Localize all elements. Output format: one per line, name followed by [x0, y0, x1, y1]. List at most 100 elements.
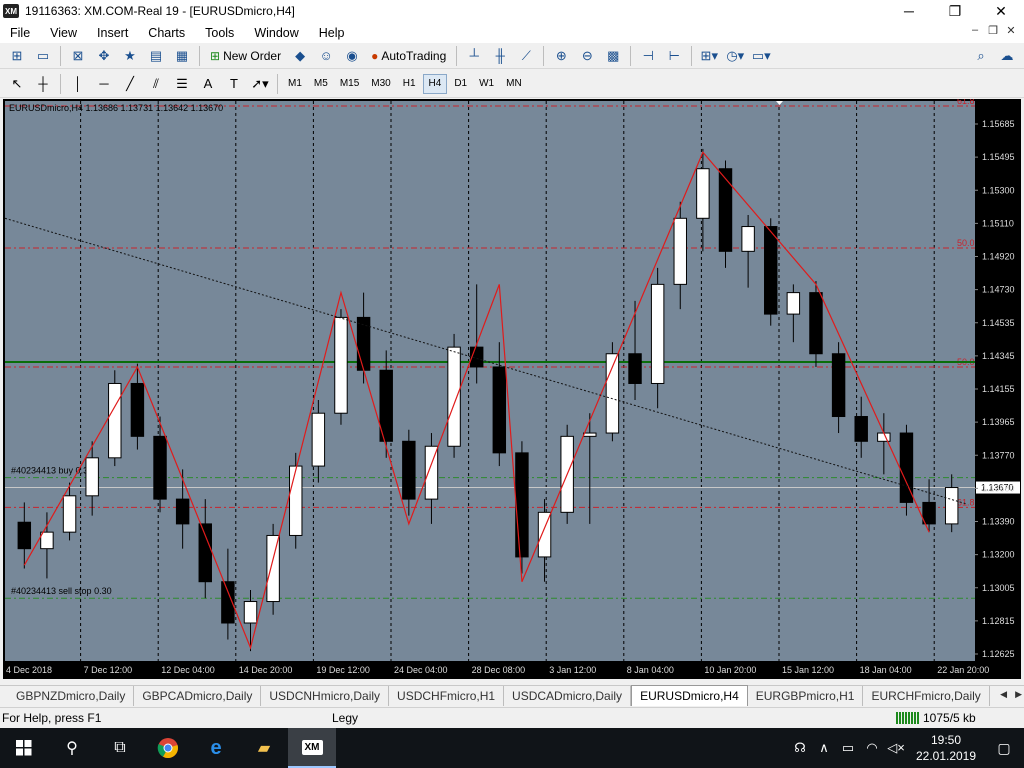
task-view-icon[interactable]: ⧉ — [96, 728, 144, 768]
tab-eurchfmicro-daily[interactable]: EURCHFmicro,Daily — [863, 686, 990, 706]
vertical-line-icon[interactable]: │ — [67, 73, 89, 95]
tab-gbpcadmicro-daily[interactable]: GBPCADmicro,Daily — [134, 686, 262, 706]
edge-icon[interactable]: e — [192, 728, 240, 768]
timeframe-mn[interactable]: MN — [501, 74, 527, 94]
timeframe-h4[interactable]: H4 — [422, 73, 448, 94]
candle-body — [311, 412, 326, 467]
mdi-restore-button[interactable]: ❐ — [984, 24, 1002, 37]
tile-windows-icon[interactable]: ▩ — [602, 45, 624, 67]
zoom-out-icon[interactable]: ⊖ — [576, 45, 598, 67]
text-label-icon[interactable]: T — [223, 73, 245, 95]
bar-chart-icon[interactable]: ┴ — [463, 45, 485, 67]
new-chart-icon[interactable]: ⊞ — [6, 45, 28, 67]
candle-body — [650, 283, 665, 384]
strategy-tester-icon[interactable]: ▦ — [171, 45, 193, 67]
menu-tools[interactable]: Tools — [195, 26, 244, 40]
menu-view[interactable]: View — [40, 26, 87, 40]
title-bar: XM 19116363: XM.COM-Real 19 - [EURUSDmic… — [0, 0, 1024, 22]
notifications-icon[interactable]: ▢ — [984, 740, 1024, 757]
time-tick-label: 8 Jan 04:00 — [627, 665, 674, 675]
auto-scroll-icon[interactable]: ⊣ — [637, 45, 659, 67]
search-taskbar-icon[interactable]: ⚲ — [48, 728, 96, 768]
tab-eurusdmicro-h4[interactable]: EURUSDmicro,H4 — [631, 685, 748, 706]
periods-icon[interactable]: ◷▾ — [724, 45, 746, 67]
tab-usdcadmicro-daily[interactable]: USDCADmicro,Daily — [504, 686, 632, 706]
search-icon[interactable]: ⌕ — [970, 45, 992, 67]
equidistant-channel-icon[interactable]: ⫽ — [145, 73, 167, 95]
zoom-in-icon[interactable]: ⊕ — [550, 45, 572, 67]
chat-icon[interactable]: ☁ — [996, 45, 1018, 67]
maximize-button[interactable]: ❐ — [932, 0, 978, 22]
time-tick-label: 7 Dec 12:00 — [84, 665, 133, 675]
terminal-icon[interactable]: ▤ — [145, 45, 167, 67]
price-chart[interactable]: 61.850.050.061.8 #40234413 buy 0.30#4023… — [3, 99, 1021, 679]
fibonacci-icon[interactable]: ☰ — [171, 73, 193, 95]
chrome-icon[interactable] — [144, 728, 192, 768]
candle — [764, 218, 778, 326]
minimize-button[interactable]: ─ — [886, 0, 932, 22]
wifi-icon[interactable]: ◠ — [860, 740, 884, 756]
people-icon[interactable]: ☊ — [788, 740, 812, 756]
profiles-icon[interactable]: ▭ — [32, 45, 54, 67]
crosshair-icon[interactable]: ┼ — [32, 73, 54, 95]
candlestick-chart-icon[interactable]: ╫ — [489, 45, 511, 67]
timeframe-m15[interactable]: M15 — [335, 74, 364, 94]
mdi-minimize-button[interactable]: – — [966, 24, 984, 37]
timeframe-m1[interactable]: M1 — [283, 74, 307, 94]
menu-help[interactable]: Help — [309, 26, 355, 40]
menu-insert[interactable]: Insert — [87, 26, 138, 40]
connection-status[interactable]: 1075/5 kb — [896, 711, 976, 725]
data-window-icon[interactable]: ✥ — [93, 45, 115, 67]
menu-file[interactable]: File — [0, 26, 40, 40]
tab-eurgbpmicro-h1[interactable]: EURGBPmicro,H1 — [748, 686, 864, 706]
mdi-close-button[interactable]: ✕ — [1002, 24, 1020, 37]
file-explorer-icon[interactable]: ▰ — [240, 728, 288, 768]
price-tick-label: 1.13005 — [982, 583, 1015, 593]
timeframe-h1[interactable]: H1 — [398, 74, 421, 94]
market-icon[interactable]: ◉ — [341, 45, 363, 67]
xm-taskbar-icon[interactable]: XM — [288, 728, 336, 768]
battery-icon[interactable]: ▭ — [836, 740, 860, 756]
chart-window[interactable]: 61.8 50.0 50.0 61.8 #40234413 buy 0.30 #4023… — [3, 99, 1021, 679]
signals-icon[interactable]: ☺ — [315, 45, 337, 67]
candle-body — [673, 217, 687, 285]
candle-body — [854, 416, 868, 442]
candle — [334, 309, 348, 425]
metaeditor-icon[interactable]: ◆ — [289, 45, 311, 67]
fib-level-label: 61.8 — [957, 99, 975, 106]
candle-body — [62, 495, 77, 533]
new-order-button[interactable]: ⊞ New Order — [206, 45, 285, 67]
candle-body — [583, 432, 597, 437]
trendline-icon[interactable]: ╱ — [119, 73, 141, 95]
timeframe-m30[interactable]: M30 — [366, 74, 395, 94]
menu-window[interactable]: Window — [244, 26, 308, 40]
market-watch-icon[interactable]: ⊠ — [67, 45, 89, 67]
tab-gbpnzdmicro-daily[interactable]: GBPNZDmicro,Daily — [8, 686, 135, 706]
tray-expand-icon[interactable]: ∧ — [812, 740, 836, 756]
tab-usdcnhmicro-daily[interactable]: USDCNHmicro,Daily — [261, 686, 390, 706]
menu-charts[interactable]: Charts — [138, 26, 195, 40]
line-chart-icon[interactable]: ⟋ — [515, 45, 537, 67]
arrows-icon[interactable]: ➚▾ — [249, 73, 271, 95]
templates-icon[interactable]: ▭▾ — [750, 45, 772, 67]
timeframe-m5[interactable]: M5 — [309, 74, 333, 94]
chart-shift-icon[interactable]: ⊢ — [663, 45, 685, 67]
timeframe-w1[interactable]: W1 — [474, 74, 499, 94]
horizontal-line-icon[interactable]: ─ — [93, 73, 115, 95]
cursor-icon[interactable]: ↖ — [6, 73, 28, 95]
auto-trading-button[interactable]: ● AutoTrading — [367, 45, 450, 67]
navigator-icon[interactable]: ★ — [119, 45, 141, 67]
timeframe-d1[interactable]: D1 — [449, 74, 472, 94]
candle-body — [243, 601, 258, 624]
close-button[interactable]: ✕ — [978, 0, 1024, 22]
clock[interactable]: 19:50 22.01.2019 — [908, 732, 984, 764]
candle-body — [85, 457, 99, 497]
tab-usdchfmicro-h1[interactable]: USDCHFmicro,H1 — [389, 686, 505, 706]
volume-icon[interactable]: ◁× — [884, 740, 908, 756]
tab-scroll-left-icon[interactable]: ◀ — [1000, 689, 1007, 700]
text-icon[interactable]: A — [197, 73, 219, 95]
tab-scroll-right-icon[interactable]: ▶ — [1015, 689, 1022, 700]
start-button[interactable] — [0, 728, 48, 768]
indicators-icon[interactable]: ⊞▾ — [698, 45, 720, 67]
auto-trading-label: AutoTrading — [381, 48, 447, 63]
